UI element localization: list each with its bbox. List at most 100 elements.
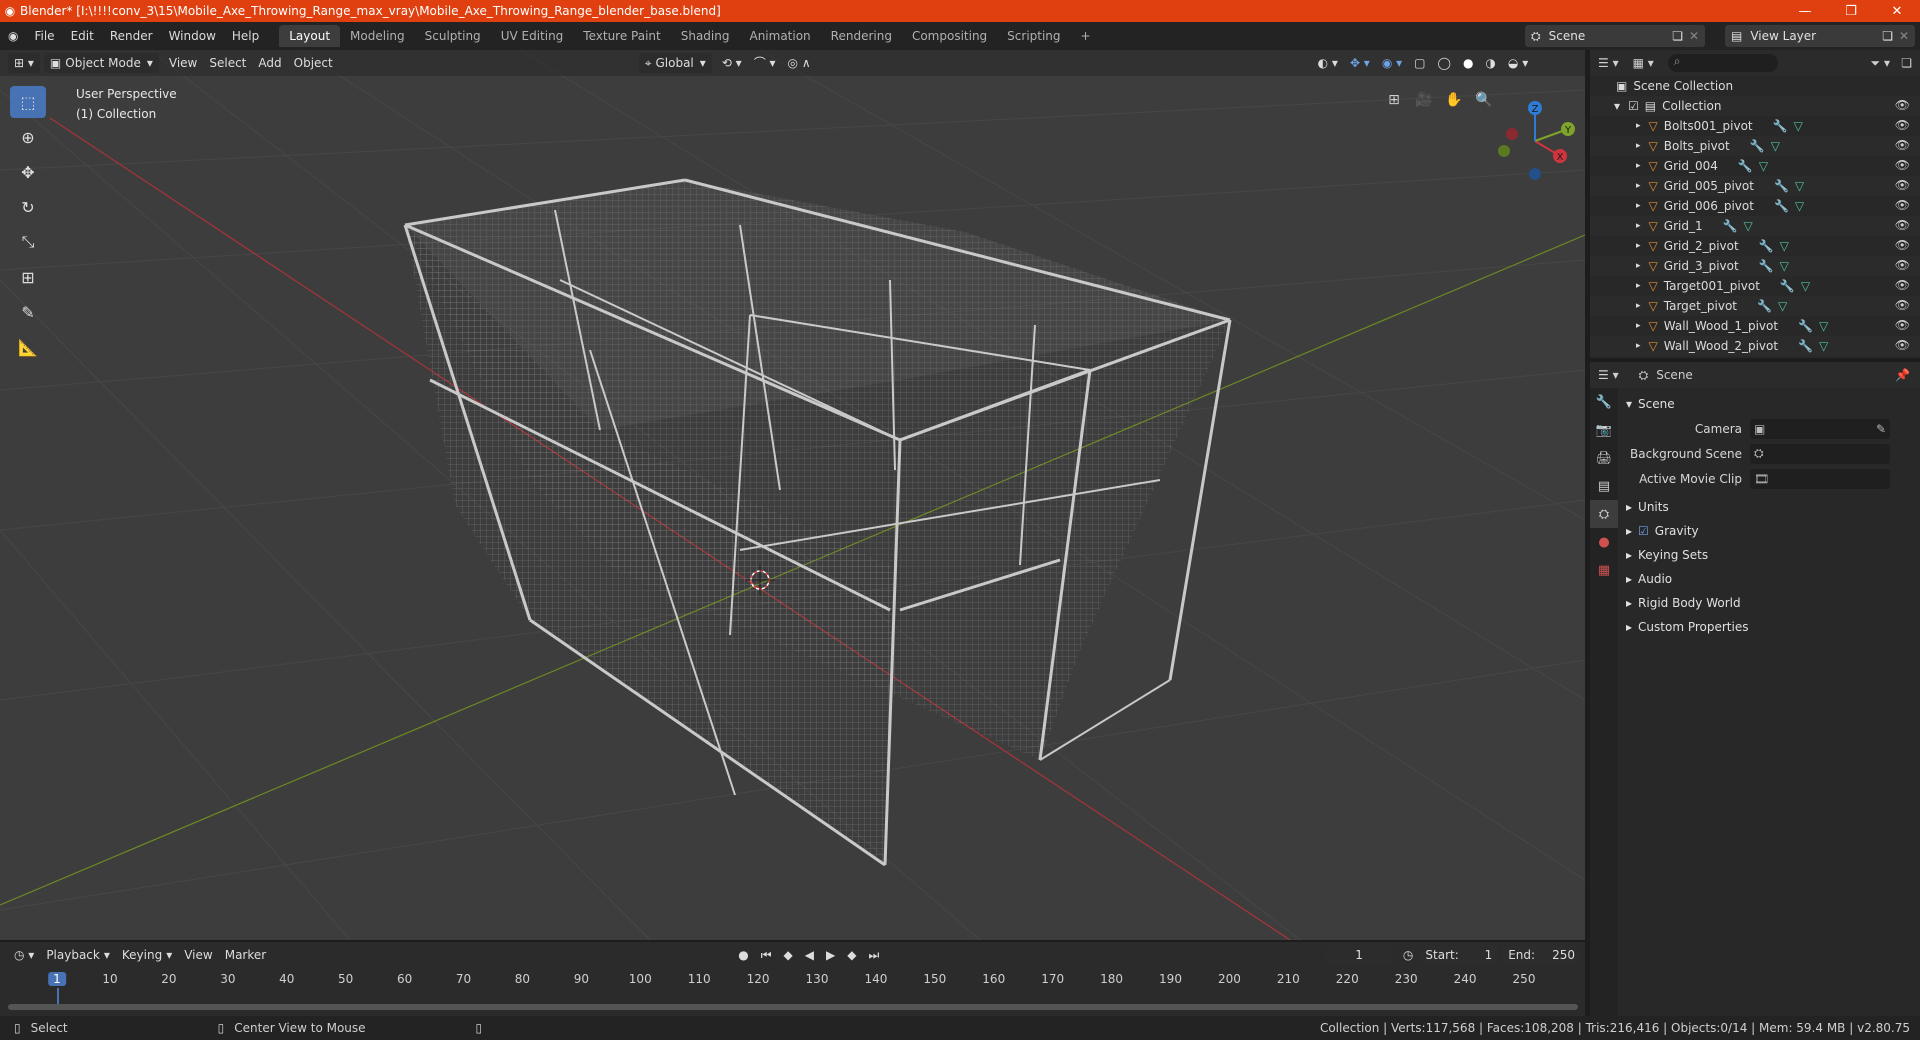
expand-icon[interactable]: ▸: [1636, 201, 1641, 211]
tab-animation[interactable]: Animation: [739, 25, 820, 47]
world-tab-icon[interactable]: ●: [1590, 528, 1618, 556]
menu-render[interactable]: Render: [102, 25, 161, 47]
scene-panel-header[interactable]: ▾ Scene: [1620, 392, 1920, 416]
close-icon[interactable]: ✕: [1874, 0, 1920, 22]
menu-edit[interactable]: Edit: [63, 25, 102, 47]
neg-x-axis-handle[interactable]: [1506, 128, 1518, 140]
delete-view-layer-icon[interactable]: ✕: [1899, 29, 1909, 43]
menu-file[interactable]: File: [26, 25, 62, 47]
viewport-menu-view[interactable]: View: [163, 53, 203, 73]
timeline-menu-view[interactable]: View: [178, 945, 218, 965]
visibility-eye-icon[interactable]: 👁: [1895, 138, 1910, 152]
visibility-eye-icon[interactable]: 👁: [1895, 238, 1910, 252]
maximize-icon[interactable]: ❐: [1828, 0, 1874, 22]
xray-toggle-icon[interactable]: ▢: [1408, 53, 1431, 73]
visibility-eye-icon[interactable]: 👁: [1895, 278, 1910, 292]
material-shading-icon[interactable]: ◑: [1479, 53, 1501, 73]
keying-sets-panel-header[interactable]: ▸ Keying Sets: [1620, 543, 1920, 567]
tab-scripting[interactable]: Scripting: [997, 25, 1070, 47]
play-icon[interactable]: ▶: [820, 945, 841, 965]
rendered-shading-icon[interactable]: ◒ ▾: [1502, 53, 1534, 73]
pivot-point-icon[interactable]: ⟲ ▾: [716, 53, 748, 73]
texture-tab-icon[interactable]: ▦: [1590, 556, 1618, 584]
end-frame-field[interactable]: End: 250: [1502, 945, 1581, 965]
add-workspace-icon[interactable]: +: [1071, 25, 1101, 47]
timeline-menu-playback[interactable]: Playback ▾: [40, 945, 116, 965]
overlay-toggle-icon[interactable]: ◉ ▾: [1376, 53, 1408, 73]
wireframe-shading-icon[interactable]: ◯: [1432, 53, 1457, 73]
collection-row[interactable]: ▾ ☑ ▤ Collection 👁: [1590, 96, 1920, 116]
transform-orientation-selector[interactable]: ⌖ Global ▾: [638, 53, 712, 73]
menu-help[interactable]: Help: [224, 25, 267, 47]
visibility-eye-icon[interactable]: 👁: [1895, 338, 1910, 352]
mode-selector[interactable]: ▣ Object Mode ▾: [43, 53, 159, 73]
measure-tool-icon[interactable]: 📐: [10, 331, 46, 363]
cage-model[interactable]: [403, 178, 1232, 867]
display-mode-icon[interactable]: ▦ ▾: [1633, 56, 1654, 70]
list-item[interactable]: ▸ ▽ Bolts001_pivot 🔧 ▽ 👁: [1590, 116, 1920, 136]
filter-icon[interactable]: ⏷ ▾: [1871, 56, 1890, 71]
list-item[interactable]: ▸ ▽ Grid_006_pivot 🔧 ▽ 👁: [1590, 196, 1920, 216]
expand-icon[interactable]: ▸: [1636, 241, 1641, 251]
timeline-ruler[interactable]: 1 10 20 30 40 50 60 70 80 90 100 110 120 130 140 150 160…: [0, 972, 1585, 1008]
snap-icon[interactable]: ⌒ ▾: [748, 53, 782, 73]
list-item[interactable]: ▸ ▽ Grid_004 🔧 ▽ 👁: [1590, 156, 1920, 176]
timeline-menu-marker[interactable]: Marker: [219, 945, 272, 965]
list-item[interactable]: ▸ ▽ Target001_pivot 🔧 ▽ 👁: [1590, 276, 1920, 296]
tab-sculpting[interactable]: Sculpting: [415, 25, 491, 47]
render-tab-icon[interactable]: 📷: [1590, 416, 1618, 444]
expand-icon[interactable]: ▸: [1636, 221, 1641, 231]
editor-type-icon[interactable]: ☰ ▾: [1598, 56, 1619, 70]
scale-tool-icon[interactable]: ⤡: [10, 226, 46, 258]
new-scene-icon[interactable]: ❏: [1672, 29, 1683, 43]
jump-end-icon[interactable]: ⏭: [862, 945, 885, 965]
background-scene-input[interactable]: ⛭: [1750, 443, 1890, 464]
tab-layout[interactable]: Layout: [279, 25, 341, 47]
view-layer-selector[interactable]: ▤ View Layer ❏ ✕: [1725, 25, 1915, 47]
tab-uv-editing[interactable]: UV Editing: [491, 25, 574, 47]
expand-icon[interactable]: ▸: [1636, 341, 1641, 351]
outliner-search-input[interactable]: ⌕: [1667, 54, 1778, 72]
new-view-layer-icon[interactable]: ❏: [1882, 29, 1893, 43]
proportional-edit-icon[interactable]: ◎ ∧: [782, 53, 817, 73]
output-tab-icon[interactable]: 🖨: [1590, 444, 1618, 472]
scene-tab-icon[interactable]: ⛭: [1590, 500, 1618, 528]
gizmo-toggle-icon[interactable]: ✥ ▾: [1344, 53, 1376, 73]
expand-icon[interactable]: ▸: [1636, 301, 1641, 311]
new-collection-icon[interactable]: ❏: [1901, 56, 1912, 70]
active-movie-clip-input[interactable]: 🎞: [1750, 468, 1890, 489]
scene-selector[interactable]: ⛭ Scene ❏ ✕: [1525, 25, 1705, 47]
viewport-menu-object[interactable]: Object: [288, 53, 339, 73]
list-item[interactable]: ▸ ▽ Grid_1 🔧 ▽ 👁: [1590, 216, 1920, 236]
view-layer-tab-icon[interactable]: ▤: [1590, 472, 1618, 500]
visibility-eye-icon[interactable]: 👁: [1895, 218, 1910, 232]
expand-icon[interactable]: ▸: [1636, 261, 1641, 271]
tab-modeling[interactable]: Modeling: [340, 25, 415, 47]
record-icon[interactable]: ●: [732, 945, 754, 965]
tab-rendering[interactable]: Rendering: [821, 25, 902, 47]
audio-panel-header[interactable]: ▸ Audio: [1620, 567, 1920, 591]
expand-icon[interactable]: ▾: [1614, 99, 1620, 113]
viewport-scene[interactable]: [0, 50, 1585, 940]
cursor-tool-icon[interactable]: ⊕: [10, 121, 46, 153]
visibility-eye-icon[interactable]: 👁: [1895, 178, 1910, 192]
minimize-icon[interactable]: —: [1782, 0, 1828, 22]
start-frame-field[interactable]: Start: 1: [1419, 945, 1499, 965]
list-item[interactable]: ▸ ▽ Bolts_pivot 🔧 ▽ 👁: [1590, 136, 1920, 156]
pin-icon[interactable]: 📌: [1895, 368, 1910, 382]
gravity-panel-header[interactable]: ▸ ☑ Gravity: [1620, 519, 1920, 543]
visibility-eye-icon[interactable]: 👁: [1895, 298, 1910, 312]
annotate-tool-icon[interactable]: ✎: [10, 296, 46, 328]
expand-icon[interactable]: ▸: [1636, 121, 1641, 131]
tab-compositing[interactable]: Compositing: [902, 25, 997, 47]
timeline-menu-keying[interactable]: Keying ▾: [116, 945, 178, 965]
move-tool-icon[interactable]: ✥: [10, 156, 46, 188]
prev-keyframe-icon[interactable]: ◆: [778, 945, 799, 965]
expand-icon[interactable]: ▸: [1636, 281, 1641, 291]
jump-start-icon[interactable]: ⏮: [755, 945, 778, 965]
viewport-menu-add[interactable]: Add: [252, 53, 287, 73]
expand-icon[interactable]: ▸: [1636, 181, 1641, 191]
list-item[interactable]: ▸ ▽ Target_pivot 🔧 ▽ 👁: [1590, 296, 1920, 316]
gravity-checkbox[interactable]: ☑: [1638, 524, 1649, 538]
editor-type-icon[interactable]: ☰ ▾: [1598, 368, 1619, 382]
